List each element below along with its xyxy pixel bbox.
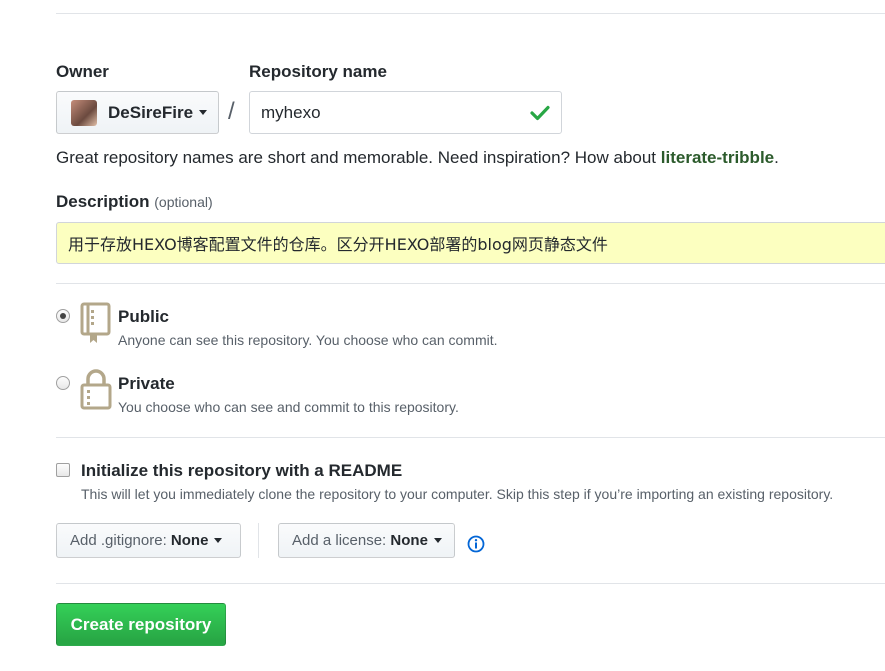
top-divider: [56, 13, 885, 14]
public-desc: Anyone can see this repository. You choo…: [118, 332, 498, 348]
license-dropdown[interactable]: Add a license: None: [278, 523, 455, 558]
divider-submit: [56, 583, 885, 584]
info-icon[interactable]: [467, 535, 485, 553]
public-radio[interactable]: [56, 309, 70, 323]
owner-label: Owner: [56, 62, 109, 81]
gitignore-value: None: [170, 532, 209, 549]
repo-name-input[interactable]: myhexo: [249, 91, 562, 134]
owner-name: DeSireFire: [108, 102, 194, 122]
name-hint-text: Great repository names are short and mem…: [56, 148, 661, 167]
name-hint: Great repository names are short and mem…: [56, 148, 779, 168]
check-icon: [530, 105, 550, 121]
readme-title: Initialize this repository with a README: [81, 461, 403, 480]
description-input[interactable]: 用于存放HEXO博客配置文件的仓库。区分开HEXO部署的blog网页静态文件: [56, 222, 885, 264]
description-label: Description (optional): [56, 192, 213, 212]
private-desc: You choose who can see and commit to thi…: [118, 399, 459, 415]
optional-note: (optional): [154, 194, 213, 210]
avatar: [71, 99, 97, 126]
divider-visibility: [56, 283, 885, 284]
button-separator: [258, 523, 259, 558]
gitignore-prefix: Add .gitignore:: [70, 532, 171, 549]
suggestion-link[interactable]: literate-tribble: [661, 148, 774, 167]
path-separator: /: [228, 98, 235, 125]
repo-book-icon: [80, 302, 111, 343]
private-title: Private: [118, 374, 175, 393]
description-label-text: Description: [56, 192, 150, 211]
repo-name-value: myhexo: [261, 102, 321, 122]
readme-desc: This will let you immediately clone the …: [81, 486, 834, 502]
hint-suffix: .: [774, 148, 779, 167]
owner-dropdown[interactable]: DeSireFire: [56, 91, 219, 134]
public-title: Public: [118, 307, 170, 326]
readme-checkbox[interactable]: [56, 463, 70, 477]
license-prefix: Add a license:: [292, 532, 391, 549]
private-radio[interactable]: [56, 376, 70, 390]
chevron-down-icon: [214, 538, 223, 543]
create-repository-button[interactable]: Create repository: [56, 603, 226, 646]
gitignore-dropdown[interactable]: Add .gitignore: None: [56, 523, 241, 558]
lock-icon: [80, 369, 112, 410]
chevron-down-icon: [433, 538, 442, 543]
repo-name-label: Repository name: [249, 62, 387, 81]
license-value: None: [390, 532, 428, 549]
description-value: 用于存放HEXO博客配置文件的仓库。区分开HEXO部署的blog网页静态文件: [68, 235, 608, 254]
divider-init: [56, 437, 885, 438]
chevron-down-icon: [199, 110, 208, 115]
create-repository-label: Create repository: [70, 614, 212, 634]
